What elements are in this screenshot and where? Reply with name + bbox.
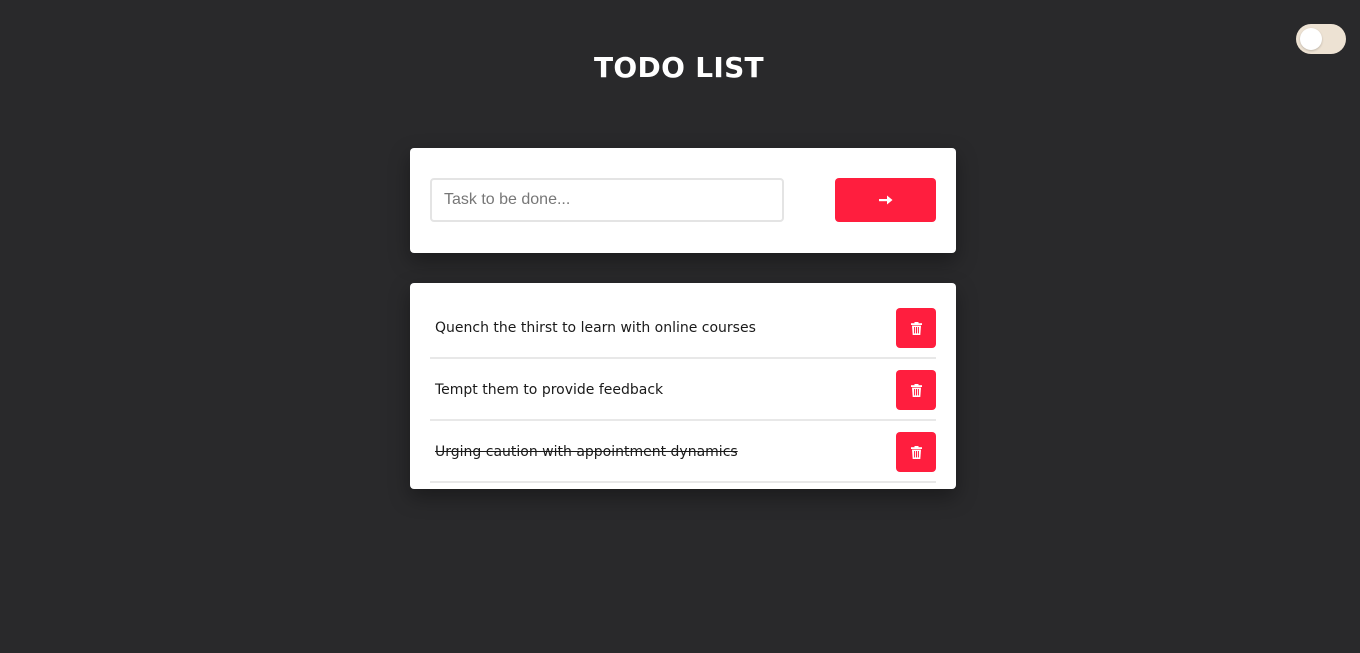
arrow-right-icon [878, 195, 892, 205]
todo-item-text[interactable]: Urging caution with appointment dynamics [435, 443, 738, 461]
delete-task-button[interactable] [896, 308, 936, 348]
add-task-button[interactable] [835, 178, 936, 222]
todo-item-completed: Urging caution with appointment dynamics [430, 421, 936, 483]
page-title: TODO LIST [594, 51, 764, 84]
trash-icon [910, 383, 922, 397]
task-input[interactable] [430, 178, 784, 222]
trash-icon [910, 321, 922, 335]
todo-app: TODO LIST Quench the thirst to learn wit… [0, 0, 1360, 653]
toggle-knob [1300, 28, 1322, 50]
todo-item-text[interactable]: Tempt them to provide feedback [435, 381, 663, 399]
todo-item: Quench the thirst to learn with online c… [430, 297, 936, 359]
todo-item-text[interactable]: Quench the thirst to learn with online c… [435, 319, 756, 337]
todo-list-card: Quench the thirst to learn with online c… [410, 283, 956, 489]
trash-icon [910, 445, 922, 459]
todo-item: Tempt them to provide feedback [430, 359, 936, 421]
todo-list: Quench the thirst to learn with online c… [430, 297, 936, 483]
delete-task-button[interactable] [896, 370, 936, 410]
delete-task-button[interactable] [896, 432, 936, 472]
task-input-card [410, 148, 956, 253]
